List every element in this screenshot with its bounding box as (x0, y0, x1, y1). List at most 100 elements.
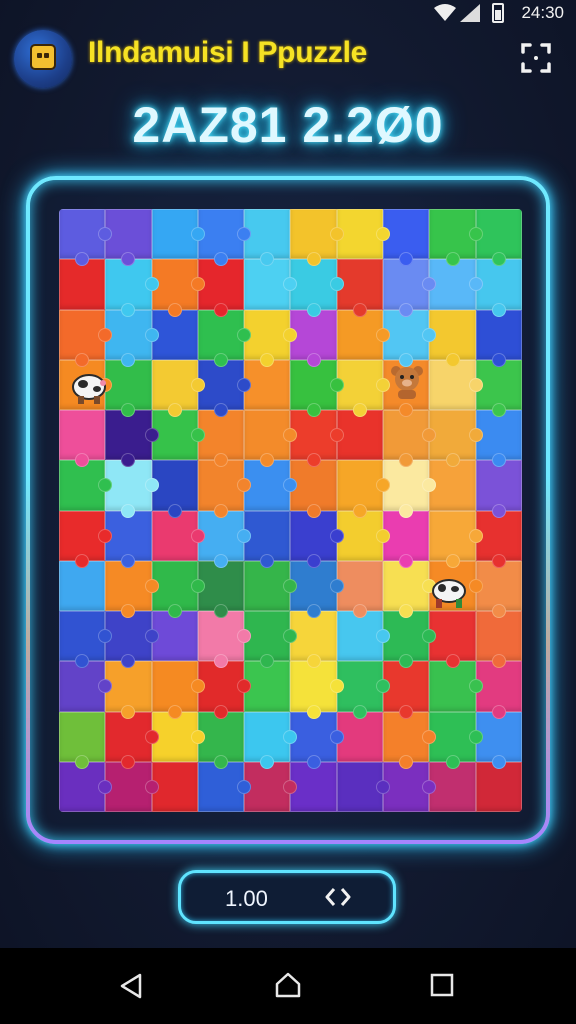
back-triangle-icon[interactable] (118, 972, 146, 1000)
puzzle-piece[interactable] (105, 661, 152, 719)
puzzle-piece[interactable] (383, 560, 437, 618)
puzzle-grid[interactable] (59, 209, 522, 812)
puzzle-piece[interactable] (151, 661, 205, 719)
puzzle-piece[interactable] (290, 560, 344, 618)
puzzle-tab (98, 327, 113, 342)
puzzle-piece[interactable] (429, 359, 483, 410)
puzzle-piece[interactable] (383, 711, 437, 769)
recent-apps-icon[interactable] (430, 973, 454, 997)
puzzle-piece[interactable] (290, 611, 337, 669)
puzzle-piece[interactable] (59, 761, 113, 812)
puzzle-piece[interactable] (59, 611, 113, 669)
puzzle-piece[interactable] (59, 460, 113, 511)
puzzle-piece[interactable] (244, 510, 291, 568)
puzzle-piece[interactable] (105, 611, 159, 669)
zoom-control[interactable]: 1.00 (178, 870, 396, 924)
puzzle-piece[interactable] (290, 510, 344, 568)
puzzle-piece[interactable] (59, 209, 113, 267)
puzzle-piece[interactable] (59, 661, 113, 712)
puzzle-piece[interactable] (244, 761, 298, 812)
puzzle-piece[interactable] (290, 460, 337, 518)
puzzle-piece[interactable] (244, 661, 291, 712)
puzzle-piece[interactable] (197, 761, 252, 812)
puzzle-piece[interactable] (336, 460, 391, 518)
puzzle-piece[interactable] (383, 761, 437, 812)
puzzle-piece[interactable] (383, 309, 437, 367)
puzzle-piece[interactable] (59, 711, 106, 769)
puzzle-piece[interactable] (105, 359, 152, 417)
puzzle-piece[interactable] (59, 309, 113, 367)
puzzle-piece[interactable] (383, 611, 437, 669)
puzzle-piece[interactable] (475, 761, 522, 812)
puzzle-tab (468, 528, 483, 543)
puzzle-piece[interactable] (383, 510, 430, 568)
puzzle-piece[interactable] (429, 661, 483, 712)
puzzle-piece[interactable] (244, 611, 298, 669)
puzzle-piece[interactable] (475, 309, 522, 367)
puzzle-piece[interactable] (244, 560, 298, 611)
puzzle-tab (491, 604, 506, 618)
puzzle-piece[interactable] (197, 460, 252, 518)
puzzle-piece[interactable] (105, 560, 159, 618)
double-arrow-icon[interactable] (325, 885, 351, 909)
puzzle-piece[interactable] (290, 359, 344, 417)
puzzle-piece[interactable] (59, 560, 106, 611)
puzzle-piece[interactable] (290, 711, 344, 769)
puzzle-piece[interactable] (59, 410, 106, 468)
cow-character-2[interactable] (430, 574, 468, 610)
puzzle-piece[interactable] (59, 510, 113, 568)
puzzle-piece[interactable] (383, 410, 437, 468)
puzzle-piece[interactable] (105, 711, 159, 769)
puzzle-piece[interactable] (244, 410, 298, 468)
puzzle-piece[interactable] (244, 359, 291, 410)
puzzle-piece[interactable] (383, 209, 430, 267)
puzzle-piece[interactable] (244, 460, 298, 511)
puzzle-piece[interactable] (105, 410, 159, 468)
puzzle-piece[interactable] (336, 309, 391, 360)
puzzle-piece[interactable] (105, 761, 159, 812)
puzzle-piece[interactable] (429, 309, 476, 367)
puzzle-piece[interactable] (429, 460, 476, 511)
puzzle-piece[interactable] (105, 259, 159, 317)
puzzle-piece[interactable] (429, 410, 483, 468)
puzzle-piece[interactable] (197, 309, 252, 367)
puzzle-piece[interactable] (475, 460, 522, 518)
puzzle-piece[interactable] (290, 410, 344, 468)
puzzle-piece[interactable] (244, 309, 298, 367)
puzzle-piece[interactable] (244, 259, 298, 310)
puzzle-tab (491, 654, 506, 669)
puzzle-piece[interactable] (105, 510, 152, 568)
puzzle-piece[interactable] (151, 359, 205, 417)
puzzle-piece[interactable] (429, 711, 483, 769)
puzzle-piece[interactable] (429, 209, 483, 267)
puzzle-piece[interactable] (151, 209, 205, 260)
bear-character[interactable] (388, 364, 426, 400)
home-icon[interactable] (274, 971, 302, 999)
puzzle-piece[interactable] (336, 611, 391, 662)
puzzle-piece[interactable] (429, 761, 476, 812)
puzzle-piece[interactable] (290, 309, 337, 367)
status-time: 24:30 (521, 3, 564, 22)
puzzle-piece[interactable] (197, 611, 252, 669)
puzzle-piece[interactable] (151, 510, 205, 561)
puzzle-piece[interactable] (383, 460, 437, 518)
puzzle-piece[interactable] (475, 611, 522, 669)
puzzle-piece[interactable] (429, 510, 483, 568)
puzzle-piece[interactable] (290, 209, 344, 267)
puzzle-piece[interactable] (105, 460, 159, 518)
puzzle-piece[interactable] (59, 259, 106, 310)
puzzle-piece[interactable] (290, 661, 344, 719)
puzzle-piece[interactable] (429, 259, 483, 310)
puzzle-piece[interactable] (383, 259, 437, 317)
fullscreen-corners-icon[interactable] (520, 42, 552, 74)
puzzle-piece[interactable] (244, 711, 298, 769)
puzzle-piece[interactable] (290, 761, 337, 812)
cow-character[interactable] (70, 369, 108, 405)
puzzle-piece[interactable] (336, 761, 391, 812)
puzzle-piece[interactable] (429, 611, 476, 669)
puzzle-piece[interactable] (105, 309, 159, 367)
puzzle-piece[interactable] (383, 661, 430, 719)
puzzle-piece[interactable] (244, 209, 291, 267)
puzzle-piece[interactable] (290, 259, 344, 317)
puzzle-piece[interactable] (105, 209, 152, 267)
